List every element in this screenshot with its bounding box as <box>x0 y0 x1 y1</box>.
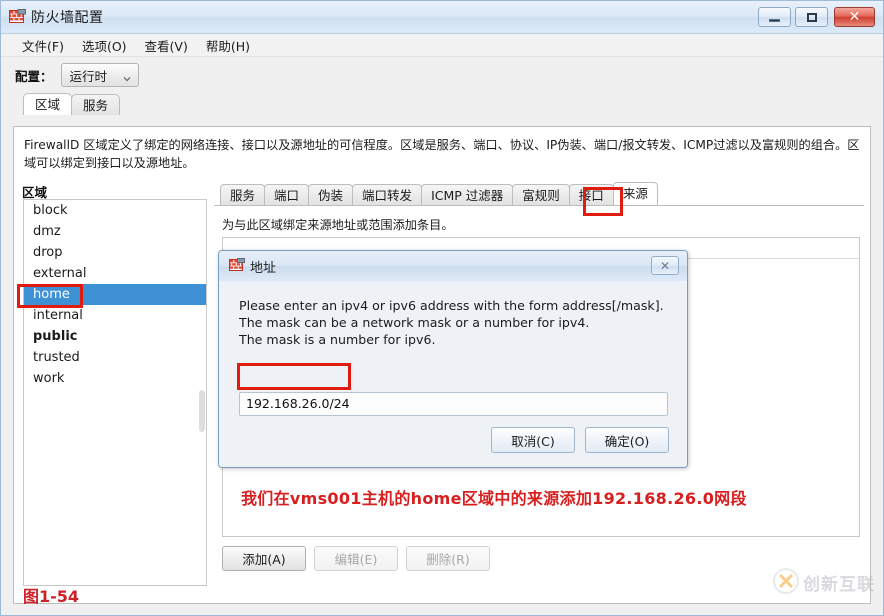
zone-item-public[interactable]: public <box>24 326 206 347</box>
maximize-icon <box>796 8 827 26</box>
firewall-config-window: 防火墙配置 ✕ 文件(F) 选项(O) 查看(V) 帮助(H) 配置： 运行时 … <box>0 0 884 616</box>
tab-zones[interactable]: 区域 <box>23 93 73 115</box>
tab-icmp-filter[interactable]: ICMP 过滤器 <box>421 184 514 205</box>
zone-detail-tabs: 服务 端口 伪装 端口转发 ICMP 过滤器 富规则 接口 来源 <box>214 182 864 206</box>
zone-item-work[interactable]: work <box>24 368 206 389</box>
firewall-icon <box>229 258 245 273</box>
primary-tabs: 区域 服务 <box>23 93 883 115</box>
menu-item-view[interactable]: 查看(V) <box>136 34 197 57</box>
configuration-label: 配置： <box>15 68 53 84</box>
tab-sources[interactable]: 来源 <box>612 182 658 205</box>
dialog-close-button[interactable]: ✕ <box>651 256 679 275</box>
menu-item-help[interactable]: 帮助(H) <box>197 34 259 57</box>
sources-description: 为与此区域绑定来源地址或范围添加条目。 <box>222 218 454 232</box>
dialog-title: 地址 <box>250 261 277 276</box>
dialog-buttons: 取消(C) 确定(O) <box>481 427 669 453</box>
configuration-select-value: 运行时 <box>69 68 108 84</box>
annotation-text: 我们在vms001主机的home区域中的来源添加192.168.26.0网段 <box>241 489 747 508</box>
chevron-down-icon <box>123 71 131 82</box>
menu-item-options[interactable]: 选项(O) <box>73 34 136 57</box>
window-titlebar: 防火墙配置 ✕ <box>1 1 883 34</box>
minimize-button[interactable] <box>758 7 791 27</box>
delete-button[interactable]: 删除(R) <box>406 546 490 571</box>
close-button[interactable]: ✕ <box>834 7 875 27</box>
zone-item-internal[interactable]: internal <box>24 305 206 326</box>
zone-list[interactable]: block dmz drop external home internal pu… <box>23 199 207 586</box>
tab-masquerade[interactable]: 伪装 <box>308 184 354 205</box>
configuration-row: 配置： 运行时 <box>1 57 883 93</box>
ok-button[interactable]: 确定(O) <box>585 427 669 453</box>
dialog-titlebar: 地址 ✕ <box>219 251 687 282</box>
address-input[interactable]: 192.168.26.0/24 <box>239 392 668 416</box>
maximize-button[interactable] <box>795 7 828 27</box>
tab-rich-rules[interactable]: 富规则 <box>512 184 570 205</box>
dialog-body: Please enter an ipv4 or ipv6 address wit… <box>219 281 687 467</box>
edit-button[interactable]: 编辑(E) <box>314 546 398 571</box>
window-title: 防火墙配置 <box>31 10 104 26</box>
zone-item-block[interactable]: block <box>24 200 206 221</box>
zone-item-external[interactable]: external <box>24 263 206 284</box>
menubar: 文件(F) 选项(O) 查看(V) 帮助(H) <box>1 34 883 57</box>
minimize-icon <box>759 8 790 26</box>
cancel-button[interactable]: 取消(C) <box>491 427 575 453</box>
zone-description: FirewallD 区域定义了绑定的网络连接、接口以及源地址的可信程度。区域是服… <box>24 138 860 170</box>
dialog-message: Please enter an ipv4 or ipv6 address wit… <box>239 297 687 348</box>
tab-ports[interactable]: 端口 <box>264 184 310 205</box>
zone-list-scrollbar[interactable] <box>199 390 205 432</box>
tab-interfaces[interactable]: 接口 <box>568 184 614 205</box>
configuration-select[interactable]: 运行时 <box>60 63 139 87</box>
dialog-message-line1: Please enter an ipv4 or ipv6 address wit… <box>239 298 664 313</box>
firewall-icon <box>9 9 26 25</box>
dialog-message-line2: The mask can be a network mask or a numb… <box>239 315 590 330</box>
close-icon: ✕ <box>659 258 671 273</box>
sources-action-buttons: 添加(A) 编辑(E) 删除(R) <box>222 546 498 571</box>
zone-item-drop[interactable]: drop <box>24 242 206 263</box>
zone-item-home[interactable]: home <box>24 284 206 305</box>
close-icon: ✕ <box>848 9 861 25</box>
tab-port-forwarding[interactable]: 端口转发 <box>352 184 423 205</box>
address-dialog: 地址 ✕ Please enter an ipv4 or ipv6 addres… <box>218 250 688 468</box>
dialog-message-line3: The mask is a number for ipv6. <box>239 332 436 347</box>
tab-services[interactable]: 服务 <box>71 94 121 115</box>
add-button[interactable]: 添加(A) <box>222 546 306 571</box>
figure-caption: 图1-54 <box>23 587 80 606</box>
zone-item-dmz[interactable]: dmz <box>24 221 206 242</box>
menu-item-file[interactable]: 文件(F) <box>13 34 73 57</box>
zone-item-trusted[interactable]: trusted <box>24 347 206 368</box>
tab-services[interactable]: 服务 <box>220 184 266 205</box>
